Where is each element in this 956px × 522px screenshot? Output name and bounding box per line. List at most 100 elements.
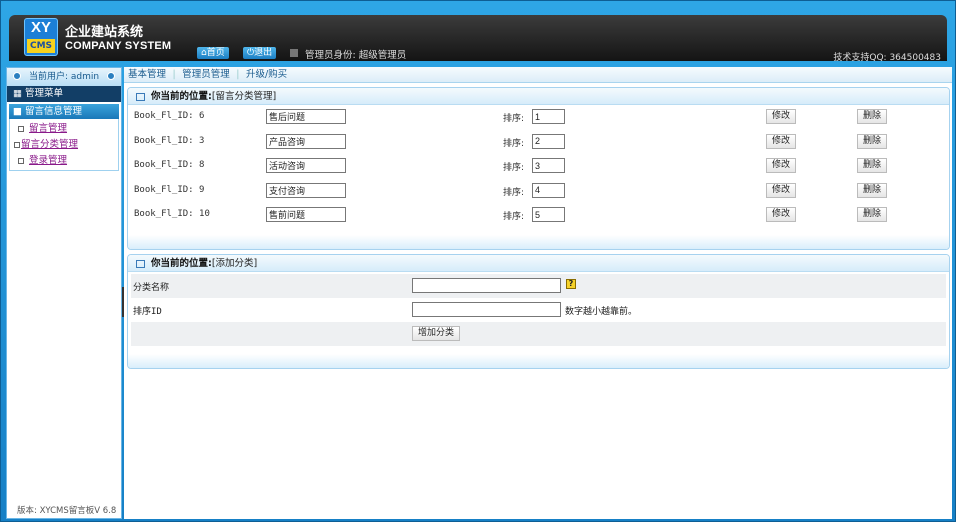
edit-button[interactable]: 修改 — [766, 182, 797, 198]
admin-identity: 管理员身份: 超级管理员 — [305, 50, 407, 61]
menu-title-label: 管理菜单 — [25, 88, 64, 99]
sidebar-item-label: 留言管理 — [29, 123, 68, 134]
sort-input[interactable] — [532, 109, 565, 124]
logo-bottom: CMS — [27, 39, 55, 53]
version-text: 版本: XYCMS留言板V 6.8 — [17, 506, 117, 516]
table-row: Book_Fl_ID: 6 排序: 修改 删除 — [128, 105, 949, 130]
app-subtitle: COMPANY SYSTEM — [65, 40, 172, 52]
sort-label: 排序: — [503, 187, 525, 198]
edit-button[interactable]: 修改 — [766, 207, 797, 222]
category-id: Book_Fl_ID: 10 — [134, 209, 210, 219]
home-label: 首页 — [206, 48, 225, 58]
category-id: Book_Fl_ID: 9 — [134, 184, 205, 195]
menu-list: 留言管理 留言分类管理 登录管理 — [9, 119, 119, 171]
table-row: Book_Fl_ID: 8 排序: 修改 删除 — [128, 154, 949, 179]
app-title: 企业建站系统 — [65, 25, 144, 40]
category-name-input[interactable] — [266, 207, 346, 222]
panel-footer — [128, 235, 949, 249]
sidebar-item-label: 留言分类管理 — [21, 139, 79, 150]
category-name-input[interactable] — [266, 158, 346, 173]
sort-label: 排序: — [503, 114, 525, 124]
user-square-icon — [290, 49, 298, 57]
edit-button[interactable]: 修改 — [766, 133, 797, 149]
delete-button[interactable]: 删除 — [857, 182, 888, 198]
help-icon[interactable]: ? — [566, 279, 576, 289]
panel-header: 你当前的位置:[留言分类管理] — [128, 88, 949, 105]
menu-title: ▦ 管理菜单 — [7, 86, 121, 102]
support-qq: 技术支持QQ: 364500483 — [833, 53, 941, 63]
delete-button[interactable]: 删除 — [857, 158, 888, 173]
nav-basic[interactable]: 基本管理 — [128, 69, 166, 80]
edit-button[interactable]: 修改 — [766, 109, 797, 124]
sidebar-item-login[interactable]: 登录管理 — [10, 153, 118, 169]
current-user: 当前用户: admin — [28, 72, 100, 82]
nav-separator: | — [172, 69, 176, 80]
add-category-button[interactable]: 增加分类 — [412, 326, 461, 341]
pin-icon — [107, 72, 115, 80]
category-id: Book_Fl_ID: 8 — [134, 160, 205, 170]
main-content: 基本管理 | 管理员管理 | 升级/购买 你当前的位置:[留言分类管理] Boo… — [124, 67, 952, 519]
nav-upgrade[interactable]: 升级/购买 — [246, 69, 287, 80]
new-sort-id-input[interactable] — [412, 302, 561, 317]
sidebar: 当前用户: admin ▦ 管理菜单 ■ 留言信息管理 留言管理 留言分类管理 … — [6, 67, 122, 519]
new-category-name-input[interactable] — [412, 278, 561, 293]
sort-input[interactable] — [532, 182, 565, 198]
category-list-panel: 你当前的位置:[留言分类管理] Book_Fl_ID: 6 排序: 修改 删除 … — [127, 87, 950, 250]
bullet-icon — [14, 141, 20, 148]
delete-button[interactable]: 删除 — [857, 133, 888, 149]
app-frame: XY CMS 企业建站系统 COMPANY SYSTEM ⌂首页 ⏻退出 管理员… — [0, 0, 956, 522]
category-name-input[interactable] — [266, 133, 346, 149]
table-row: Book_Fl_ID: 3 排序: 修改 删除 — [128, 130, 949, 155]
logo-top: XY — [30, 19, 51, 36]
form-row-submit: 增加分类 — [131, 322, 946, 346]
folder-icon: ■ — [13, 106, 22, 117]
edit-button[interactable]: 修改 — [766, 158, 797, 173]
top-nav: 基本管理 | 管理员管理 | 升级/购买 — [124, 67, 952, 83]
bullet-icon — [18, 125, 24, 132]
logout-label: 退出 — [254, 48, 273, 58]
category-id: Book_Fl_ID: 3 — [134, 135, 205, 146]
header: XY CMS 企业建站系统 COMPANY SYSTEM ⌂首页 ⏻退出 管理员… — [9, 15, 947, 63]
category-name-label: 分类名称 — [133, 283, 170, 293]
sort-label: 排序: — [503, 163, 525, 173]
add-category-panel: 你当前的位置:[添加分类] 分类名称 ? 排序ID 数字越小越靠前。 增加分类 — [127, 254, 950, 369]
delete-button[interactable]: 删除 — [857, 207, 888, 222]
category-name-input[interactable] — [266, 182, 346, 198]
window-icon — [136, 259, 145, 268]
current-user-bar: 当前用户: admin — [7, 68, 121, 86]
form-row-name: 分类名称 ? — [131, 274, 946, 298]
category-name-input[interactable] — [266, 109, 346, 124]
sidebar-item-categories[interactable]: 留言分类管理 — [10, 137, 118, 153]
panel-footer — [128, 354, 949, 368]
sort-input[interactable] — [532, 133, 565, 149]
logout-button[interactable]: ⏻退出 — [243, 47, 277, 59]
panel-header: 你当前的位置:[添加分类] — [128, 255, 949, 272]
sort-id-label: 排序ID — [133, 307, 162, 317]
menu-group-header[interactable]: ■ 留言信息管理 — [9, 104, 119, 119]
nav-admins[interactable]: 管理员管理 — [182, 69, 230, 80]
location-label: 你当前的位置: — [151, 91, 212, 102]
logo: XY CMS — [24, 18, 58, 56]
location-label: 你当前的位置: — [151, 258, 212, 269]
delete-button[interactable]: 删除 — [857, 109, 888, 124]
location-value: [留言分类管理] — [211, 91, 277, 102]
sort-input[interactable] — [532, 207, 565, 222]
grid-icon: ▦ — [13, 88, 22, 99]
location-value: [添加分类] — [211, 258, 258, 269]
sidebar-item-messages[interactable]: 留言管理 — [10, 121, 118, 137]
sidebar-item-label: 登录管理 — [29, 155, 68, 166]
pin-icon — [13, 72, 21, 80]
menu-group-label: 留言信息管理 — [25, 106, 83, 117]
window-icon — [136, 92, 145, 101]
nav-separator: | — [236, 69, 240, 80]
sort-label: 排序: — [503, 212, 525, 222]
sort-input[interactable] — [532, 158, 565, 173]
bullet-icon — [18, 157, 24, 164]
table-row: Book_Fl_ID: 10 排序: 修改 删除 — [128, 203, 949, 228]
sort-hint: 数字越小越靠前。 — [565, 307, 638, 317]
category-id: Book_Fl_ID: 6 — [134, 111, 205, 121]
table-row: Book_Fl_ID: 9 排序: 修改 删除 — [128, 179, 949, 204]
sort-label: 排序: — [503, 138, 525, 149]
home-button[interactable]: ⌂首页 — [197, 47, 229, 59]
form-row-sort: 排序ID 数字越小越靠前。 — [131, 298, 946, 322]
